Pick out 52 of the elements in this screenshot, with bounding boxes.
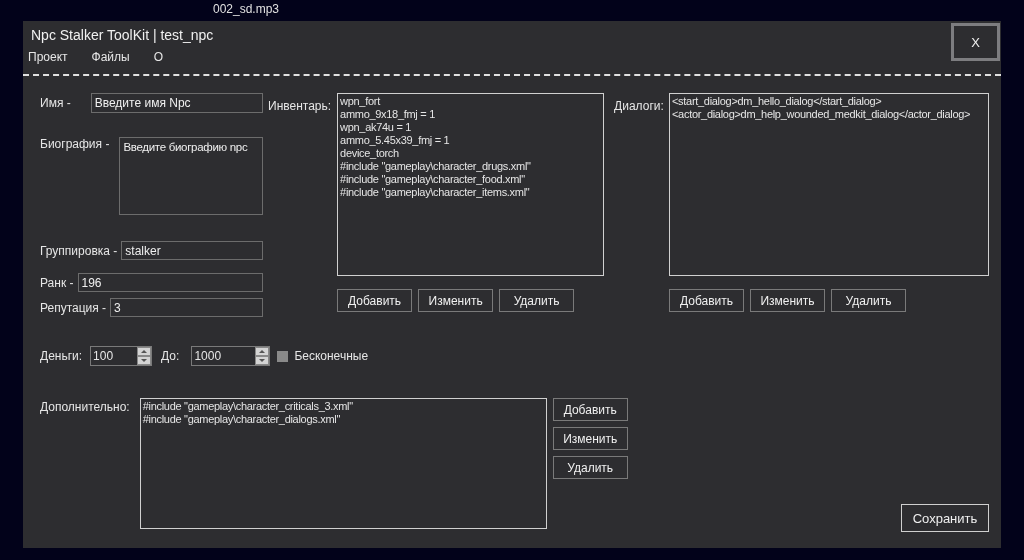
extra-button[interactable]: Добавить [552, 398, 628, 421]
list-item[interactable]: #include "gameplay\character_items.xml" [340, 186, 530, 199]
save-button[interactable]: Сохранить [901, 504, 989, 532]
list-item[interactable]: <start_dialog>dm_hello_dialog</start_dialog> [672, 95, 882, 108]
rank-field[interactable]: 196 [77, 273, 263, 292]
list-item[interactable]: device_torch [340, 147, 399, 160]
faction-field[interactable]: stalker [121, 241, 263, 260]
extra-button[interactable]: Удалить [552, 456, 628, 479]
biography-field[interactable]: Введите биографию npc [119, 137, 263, 215]
dialogs-list[interactable]: <start_dialog>dm_hello_dialog</start_dialog> <actor_dialog>dm_help_wounded_medkit_dialog</actor_dialog> [669, 93, 989, 276]
spin-arrows-icon[interactable] [137, 347, 152, 365]
inventory-button[interactable]: Добавить [337, 289, 413, 312]
menu-item[interactable]: О [153, 50, 163, 64]
menu-item[interactable]: Проект [28, 50, 68, 64]
dialog-button[interactable]: Изменить [750, 289, 825, 312]
extra-list[interactable]: #include "gameplay\character_criticals_3.xml" #include "gameplay\character_dialogs.xml" [139, 398, 547, 529]
inventory-label: Инвентарь: [268, 99, 332, 113]
list-item[interactable]: wpn_ak74u = 1 [340, 121, 412, 134]
extra-button[interactable]: Изменить [552, 427, 628, 450]
list-item[interactable]: #include "gameplay\character_drugs.xml" [340, 160, 531, 173]
money-label: Деньги: [40, 349, 83, 363]
field-label: Имя - [40, 96, 71, 110]
inventory-list[interactable]: wpn_fort ammo_9x18_fmj = 1 wpn_ak74u = 1 ammo_5.45x39_fmj = 1 device_torch #include "gameplay\character_drugs.xml" #include "gameplay\character_food.xml" #include "gameplay\character_items.xml" [337, 93, 605, 276]
inventory-button[interactable]: Изменить [418, 289, 494, 312]
money-to-label: До: [161, 349, 180, 363]
dialogs-label: Диалоги: [614, 99, 664, 113]
dialog-button[interactable]: Удалить [831, 289, 906, 312]
window-title: Npc Stalker ToolKit | test_npc [31, 27, 214, 45]
list-item[interactable]: <actor_dialog>dm_help_wounded_medkit_dialog</actor_dialog> [672, 108, 971, 121]
list-item[interactable]: #include "gameplay\character_criticals_3.xml" [142, 400, 353, 413]
field-label: Группировка - [40, 243, 118, 258]
extra-label: Дополнительно: [40, 400, 130, 414]
list-item[interactable]: ammo_5.45x39_fmj = 1 [340, 134, 450, 147]
dialog-button[interactable]: Добавить [669, 289, 744, 312]
field-label: Репутация - [40, 300, 107, 315]
inventory-button[interactable]: Удалить [499, 289, 575, 312]
list-item[interactable]: wpn_fort [340, 95, 380, 108]
checkbox-label: Бесконечные [294, 349, 369, 363]
reputation-field[interactable]: 3 [110, 298, 263, 317]
name-field[interactable]: Введите имя Npc [90, 93, 263, 113]
money-from-spinbox[interactable]: 100 [90, 346, 153, 366]
infinite-checkbox[interactable] [277, 350, 289, 362]
list-item[interactable]: ammo_9x18_fmj = 1 [340, 108, 435, 121]
money-to-spinbox[interactable]: 1000 [191, 346, 271, 366]
field-label: Биография - [40, 137, 110, 151]
list-item[interactable]: #include "gameplay\character_dialogs.xml" [142, 413, 340, 426]
file-label: 002_sd.mp3 [213, 2, 280, 16]
menu-item[interactable]: Файлы [91, 50, 130, 64]
field-label: Ранк - [40, 275, 74, 290]
close-button[interactable]: X [951, 23, 1000, 61]
list-item[interactable]: #include "gameplay\character_food.xml" [340, 173, 525, 186]
spin-arrows-icon[interactable] [255, 347, 270, 365]
